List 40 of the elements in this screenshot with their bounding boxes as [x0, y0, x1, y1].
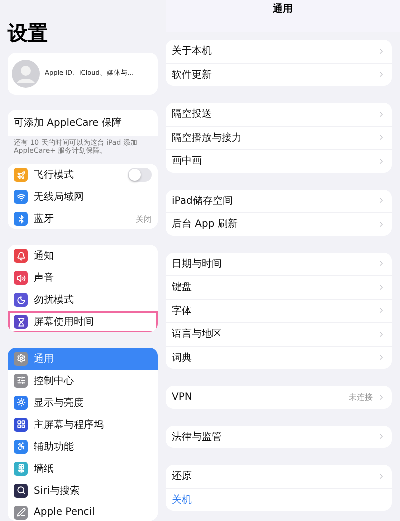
chevron-icon [377, 70, 386, 80]
settings-item[interactable]: 屏幕使用时间 [8, 311, 158, 332]
status-value: 关闭 [136, 214, 152, 225]
settings-row[interactable]: 词典 [166, 346, 392, 369]
chevron-icon [377, 330, 386, 339]
settings-row[interactable]: 语言与地区 [166, 323, 392, 346]
chevron-icon [377, 259, 386, 268]
settings-item[interactable]: 通用 [8, 348, 158, 370]
chevron-icon [377, 472, 386, 481]
settings-title: 设置 [8, 20, 49, 47]
settings-row[interactable]: 法律与监管 [166, 426, 392, 448]
settings-row[interactable]: 关于本机 [166, 40, 392, 64]
chevron-icon [377, 432, 386, 442]
chevron-icon [377, 46, 386, 56]
settings-row[interactable]: 还原 [166, 465, 392, 488]
chevron-icon [377, 133, 386, 142]
chevron-icon [377, 220, 386, 229]
chevron-icon [377, 282, 386, 292]
settings-row[interactable]: 后台 App 刷新 [166, 213, 392, 236]
applecare-banner[interactable]: 可添加 AppleCare 保障 [8, 110, 158, 136]
settings-row[interactable]: 软件更新 [166, 64, 392, 86]
avatar-icon [12, 60, 40, 88]
chevron-icon [377, 306, 386, 316]
chevron-icon [377, 156, 386, 166]
chevron-icon [377, 110, 386, 119]
settings-row[interactable]: VPN 未连接 [166, 386, 392, 408]
chevron-icon [377, 196, 386, 206]
settings-row[interactable]: iPad储存空间 [166, 190, 392, 213]
settings-row[interactable]: 画中画 [166, 150, 392, 172]
settings-row[interactable]: 关机 [166, 488, 392, 511]
toggle-switch[interactable] [128, 168, 152, 182]
settings-row[interactable]: 日期与时间 [166, 252, 392, 276]
settings-row[interactable]: 键盘 [166, 276, 392, 300]
status-value: 未连接 [349, 392, 373, 403]
settings-row[interactable]: 字体 [166, 300, 392, 323]
chevron-icon [377, 353, 386, 362]
chevron-icon [377, 392, 386, 402]
settings-row[interactable]: 隔空播放与接力 [166, 126, 392, 150]
settings-row[interactable]: 隔空投送 [166, 103, 392, 126]
page-title: 通用 [166, 0, 400, 32]
